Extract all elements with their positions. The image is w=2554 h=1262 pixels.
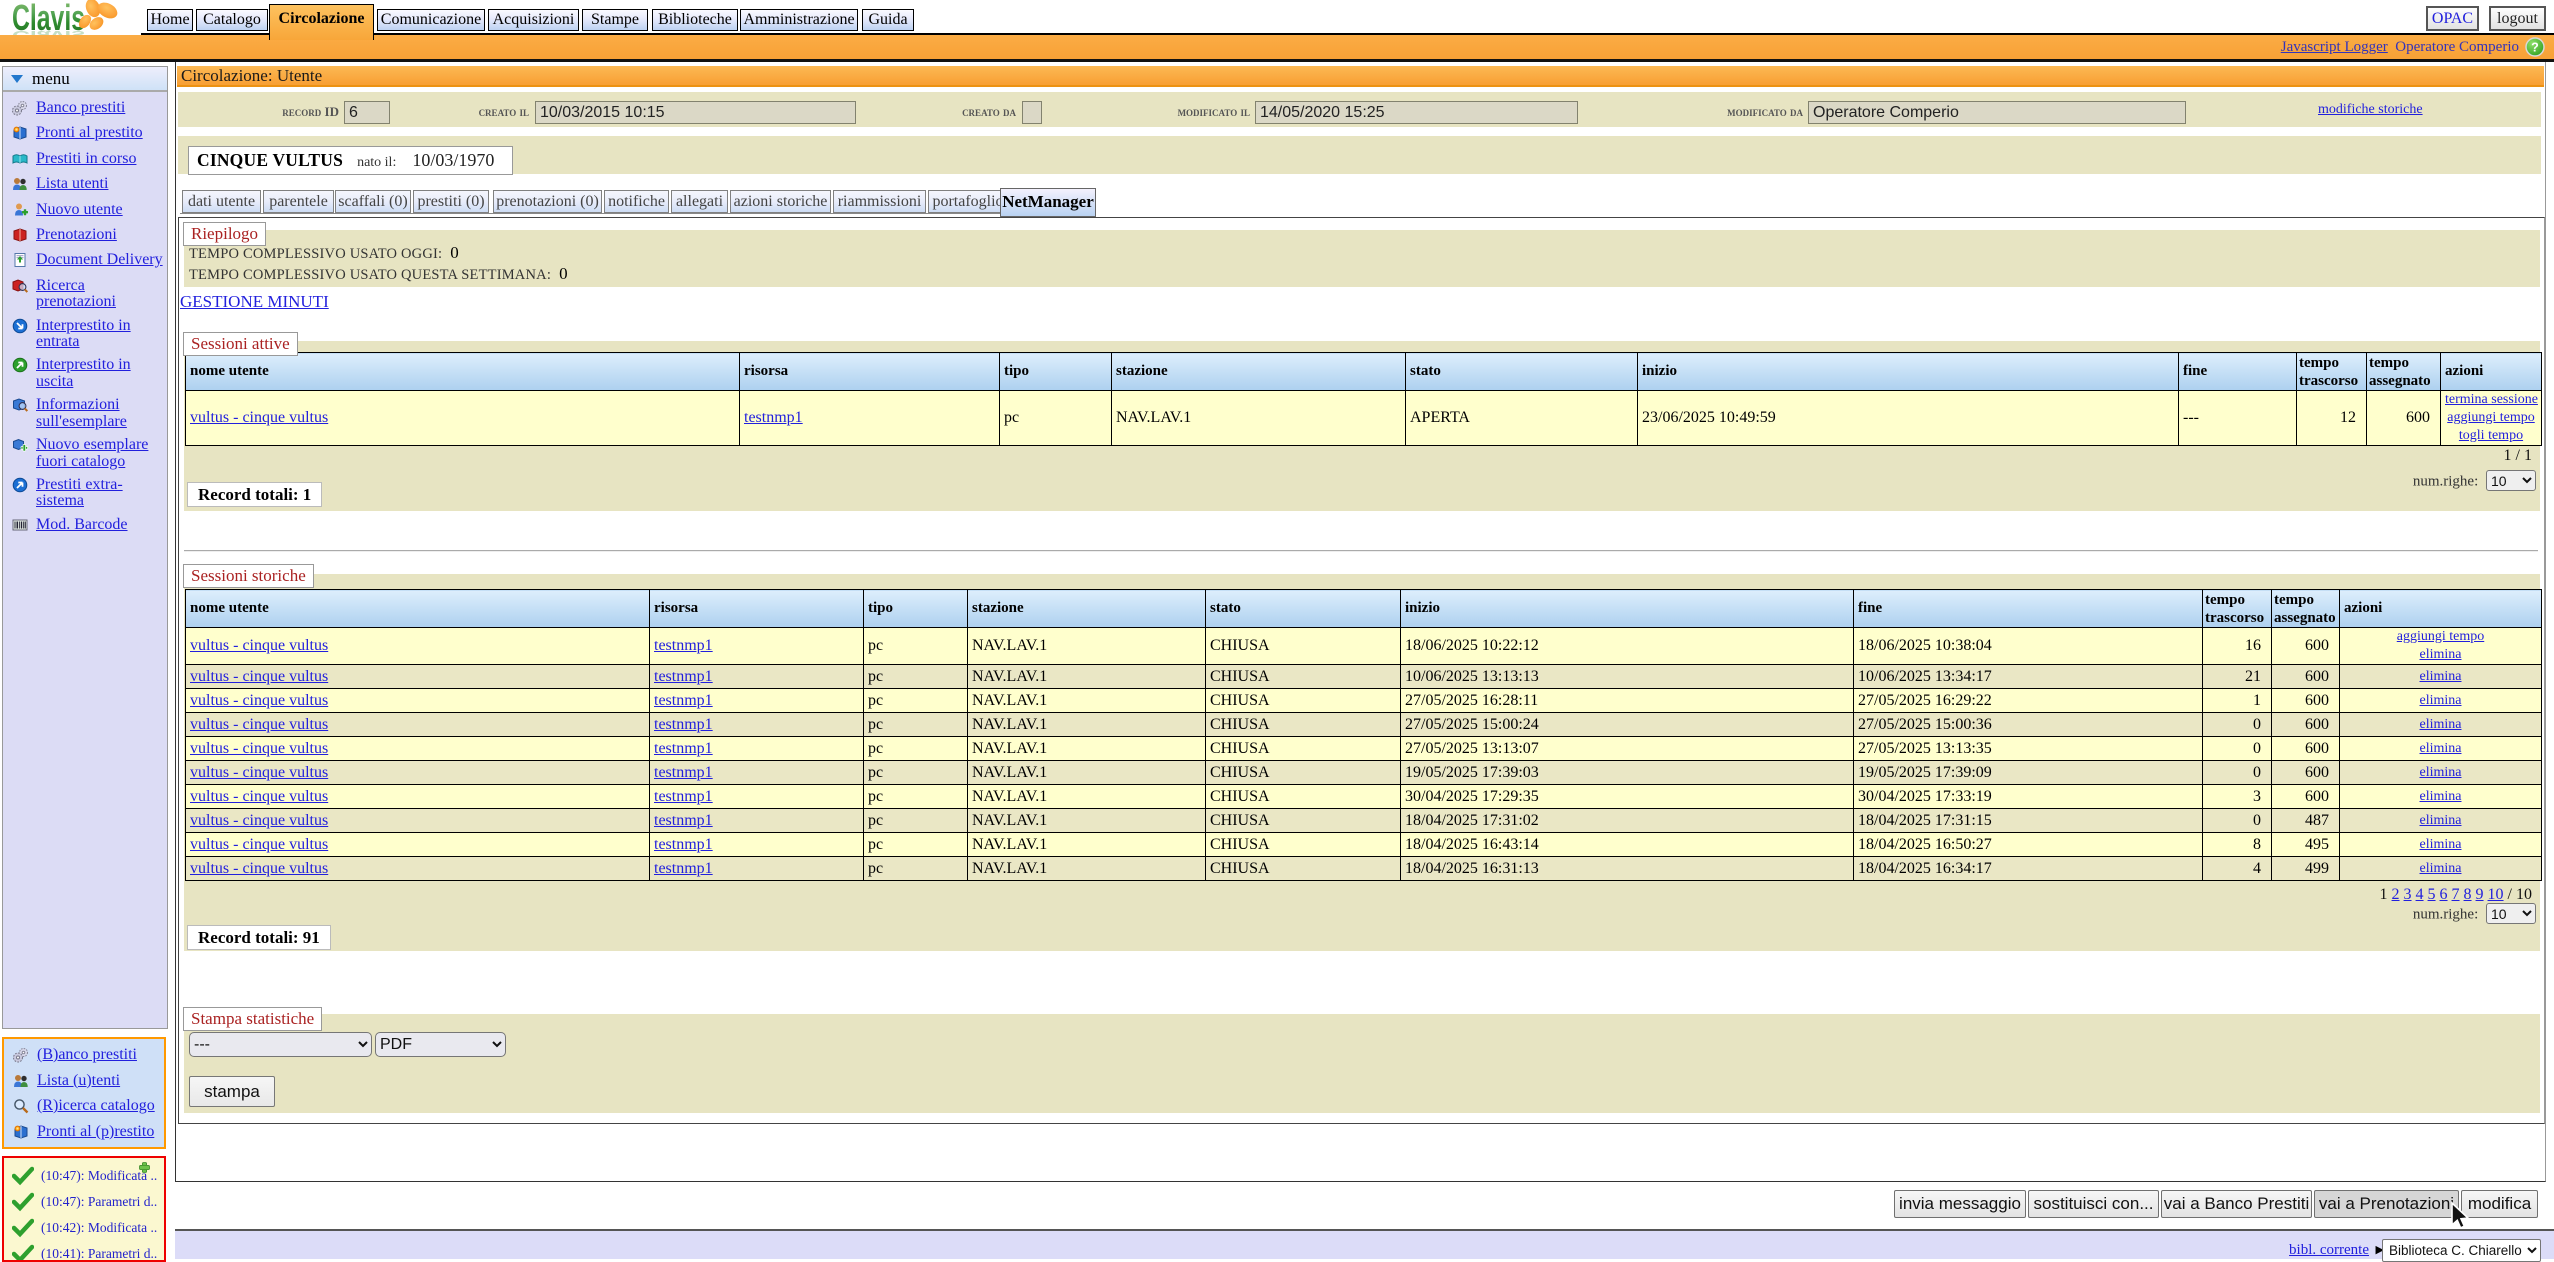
- svg-text:?: ?: [2531, 41, 2539, 55]
